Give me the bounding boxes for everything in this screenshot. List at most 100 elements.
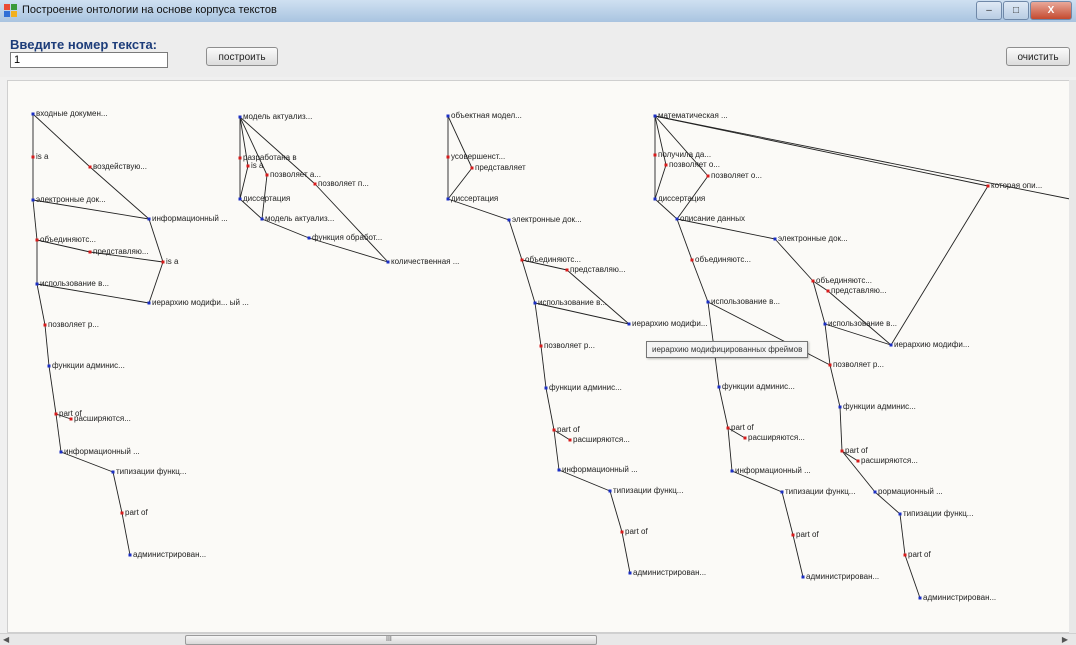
node-label[interactable]: диссертация <box>451 194 498 204</box>
horizontal-scrollbar[interactable]: ◀ III ▶ <box>0 633 1076 645</box>
node-marker[interactable] <box>35 282 39 286</box>
node-marker[interactable] <box>620 530 624 534</box>
node-label[interactable]: воздействую... <box>93 162 147 172</box>
node-marker[interactable] <box>386 260 390 264</box>
node-label[interactable]: позволяет п... <box>318 179 369 189</box>
node-marker[interactable] <box>838 405 842 409</box>
node-label[interactable]: позволяет р... <box>544 341 595 351</box>
node-marker[interactable] <box>147 217 151 221</box>
node-marker[interactable] <box>608 489 612 493</box>
close-button[interactable]: X <box>1030 1 1072 20</box>
node-label[interactable]: электронные док... <box>512 215 582 225</box>
node-marker[interactable] <box>889 343 893 347</box>
node-label[interactable]: is a <box>166 257 178 267</box>
vertical-scrollbar[interactable] <box>1069 80 1076 633</box>
node-marker[interactable] <box>54 412 58 416</box>
node-marker[interactable] <box>128 553 132 557</box>
node-marker[interactable] <box>653 153 657 157</box>
node-marker[interactable] <box>147 301 151 305</box>
node-marker[interactable] <box>898 512 902 516</box>
node-marker[interactable] <box>823 322 827 326</box>
node-marker[interactable] <box>307 236 311 240</box>
node-marker[interactable] <box>238 115 242 119</box>
node-label[interactable]: типизации функц... <box>116 467 186 477</box>
node-marker[interactable] <box>706 300 710 304</box>
node-label[interactable]: электронные док... <box>36 195 106 205</box>
node-label[interactable]: расширяются... <box>861 456 918 466</box>
node-marker[interactable] <box>743 436 747 440</box>
node-marker[interactable] <box>43 323 47 327</box>
node-marker[interactable] <box>873 490 877 494</box>
node-label[interactable]: получила да... <box>658 150 711 160</box>
node-marker[interactable] <box>565 268 569 272</box>
node-label[interactable]: электронные док... <box>778 234 848 244</box>
node-label[interactable]: функции админис... <box>843 402 916 412</box>
node-marker[interactable] <box>88 250 92 254</box>
node-label[interactable]: использование в... <box>828 319 897 329</box>
node-label[interactable]: расширяются... <box>748 433 805 443</box>
node-label[interactable]: усовершенст... <box>451 152 505 162</box>
node-label[interactable]: типизации функц... <box>613 486 683 496</box>
node-label[interactable]: количественная ... <box>391 257 459 267</box>
node-marker[interactable] <box>313 182 317 186</box>
node-label[interactable]: представляю... <box>93 247 148 257</box>
node-marker[interactable] <box>730 469 734 473</box>
build-button[interactable]: построить <box>206 47 278 66</box>
node-label[interactable]: диссертация <box>243 194 290 204</box>
node-label[interactable]: типизации функц... <box>785 487 855 497</box>
node-label[interactable]: использование в... <box>40 279 109 289</box>
node-label[interactable]: функции админис... <box>722 382 795 392</box>
node-label[interactable]: представляю... <box>570 265 625 275</box>
scroll-left-arrow-icon[interactable]: ◀ <box>3 634 9 645</box>
node-label[interactable]: расширяются... <box>573 435 630 445</box>
node-marker[interactable] <box>791 533 795 537</box>
node-marker[interactable] <box>653 114 657 118</box>
node-label[interactable]: part of <box>125 508 148 518</box>
node-marker[interactable] <box>568 438 572 442</box>
node-marker[interactable] <box>627 322 631 326</box>
node-label[interactable]: part of <box>557 425 580 435</box>
node-marker[interactable] <box>238 156 242 160</box>
node-marker[interactable] <box>161 260 165 264</box>
node-label[interactable]: рормационный ... <box>878 487 943 497</box>
node-marker[interactable] <box>986 184 990 188</box>
node-label[interactable]: функции админис... <box>549 383 622 393</box>
node-label[interactable]: is a <box>36 152 48 162</box>
node-marker[interactable] <box>675 217 679 221</box>
node-marker[interactable] <box>690 258 694 262</box>
node-marker[interactable] <box>717 385 721 389</box>
node-label[interactable]: part of <box>731 423 754 433</box>
node-marker[interactable] <box>446 197 450 201</box>
node-label[interactable]: объединяютс... <box>816 276 872 286</box>
node-label[interactable]: информационный ... <box>64 447 140 457</box>
node-marker[interactable] <box>533 301 537 305</box>
node-marker[interactable] <box>446 114 450 118</box>
node-marker[interactable] <box>811 279 815 283</box>
node-marker[interactable] <box>88 165 92 169</box>
node-marker[interactable] <box>780 490 784 494</box>
node-label[interactable]: математическая ... <box>658 111 728 121</box>
node-marker[interactable] <box>120 511 124 515</box>
node-label[interactable]: позволяет а... <box>270 170 321 180</box>
clear-button[interactable]: очистить <box>1006 47 1070 66</box>
node-label[interactable]: использование в... <box>538 298 607 308</box>
node-label[interactable]: part of <box>625 527 648 537</box>
node-label[interactable]: иерархию модифи... <box>894 340 970 350</box>
node-label[interactable]: позволяет р... <box>48 320 99 330</box>
node-label[interactable]: модель актуализ... <box>265 214 334 224</box>
node-label[interactable]: администрирован... <box>633 568 706 578</box>
text-number-input[interactable] <box>10 52 168 68</box>
node-label[interactable]: функции админис... <box>52 361 125 371</box>
node-marker[interactable] <box>260 217 264 221</box>
node-label[interactable]: иерархию модифи... <box>632 319 708 329</box>
node-label[interactable]: которая опи... <box>991 181 1042 191</box>
node-label[interactable]: part of <box>845 446 868 456</box>
node-label[interactable]: объединяютс... <box>525 255 581 265</box>
node-marker[interactable] <box>726 426 730 430</box>
node-marker[interactable] <box>520 258 524 262</box>
node-label[interactable]: функция обработ... <box>312 233 382 243</box>
node-marker[interactable] <box>539 344 543 348</box>
node-marker[interactable] <box>246 164 250 168</box>
node-label[interactable]: объединяютс... <box>695 255 751 265</box>
node-label[interactable]: описание данных <box>680 214 745 224</box>
